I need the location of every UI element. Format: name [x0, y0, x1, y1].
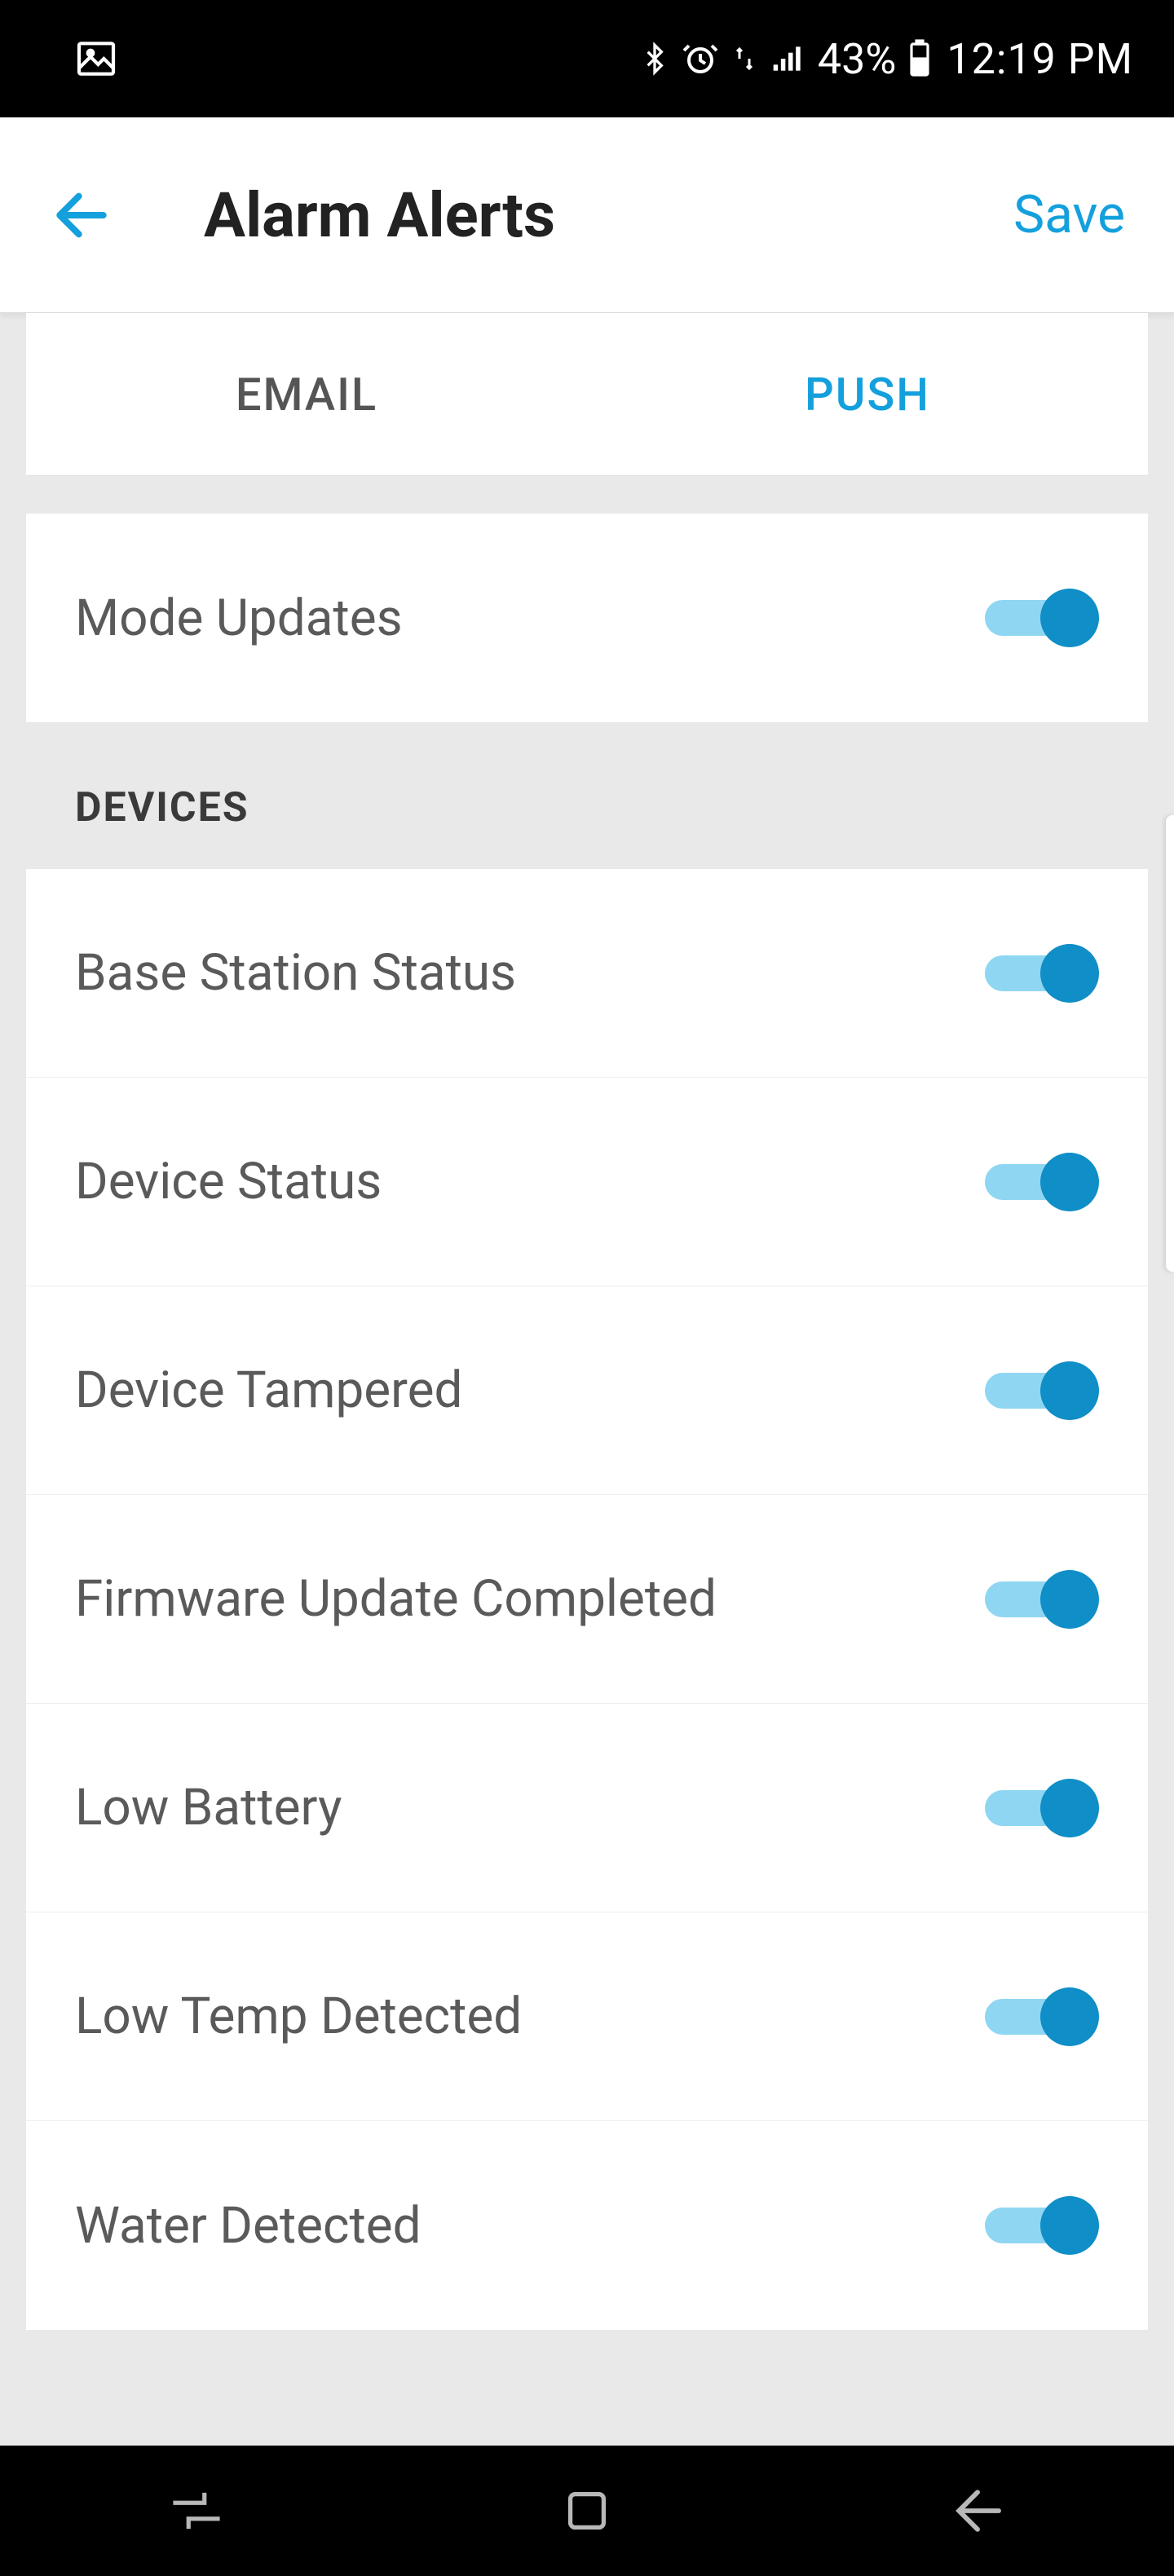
toggle-thumb [1040, 1361, 1099, 1420]
row-label: Low Temp Detected [75, 1987, 522, 2046]
row-base-station-status[interactable]: Base Station Status [26, 869, 1148, 1078]
row-mode-updates[interactable]: Mode Updates [26, 514, 1148, 722]
page-title: Alarm Alerts [204, 179, 1013, 252]
toggle-low-temp-detected[interactable] [985, 1987, 1099, 2046]
toggle-thumb [1040, 1570, 1099, 1629]
row-label: Low Battery [75, 1778, 342, 1837]
toggle-firmware-update-completed[interactable] [985, 1570, 1099, 1629]
status-left [73, 36, 119, 82]
row-device-status[interactable]: Device Status [26, 1078, 1148, 1286]
bluetooth-icon [638, 37, 671, 80]
status-bar: 43% 12:19 PM [0, 0, 1174, 117]
signal-icon [769, 41, 808, 77]
recents-button[interactable] [165, 2479, 228, 2543]
status-right: 43% 12:19 PM [638, 34, 1133, 84]
home-button[interactable] [558, 2482, 616, 2539]
row-label: Base Station Status [75, 943, 516, 1003]
row-low-temp-detected[interactable]: Low Temp Detected [26, 1912, 1148, 2121]
scroll-edge-hint [1166, 815, 1174, 1272]
row-device-tampered[interactable]: Device Tampered [26, 1286, 1148, 1495]
toggle-device-tampered[interactable] [985, 1361, 1099, 1420]
tabs: EMAIL PUSH [26, 313, 1148, 476]
toggle-thumb [1040, 2196, 1099, 2255]
row-label: Water Detected [75, 2196, 421, 2256]
app-content: Alarm Alerts Save EMAIL PUSH Mode Update… [0, 117, 1174, 2446]
toggle-water-detected[interactable] [985, 2196, 1099, 2255]
row-firmware-update-completed[interactable]: Firmware Update Completed [26, 1495, 1148, 1704]
data-icon [730, 41, 759, 77]
battery-percent: 43% [818, 34, 897, 84]
toggle-base-station-status[interactable] [985, 944, 1099, 1003]
panel-devices: Base Station Status Device Status Device… [26, 869, 1148, 2330]
battery-icon [906, 39, 933, 78]
toggle-thumb [1040, 589, 1099, 647]
toggle-low-battery[interactable] [985, 1779, 1099, 1837]
row-label: Firmware Update Completed [75, 1569, 717, 1629]
settings-list: Mode Updates DEVICES Base Station Status… [0, 476, 1174, 2446]
alarm-icon [681, 39, 720, 78]
row-label: Device Tampered [75, 1361, 462, 1420]
app-header: Alarm Alerts Save [0, 117, 1174, 313]
status-time: 12:19 PM [947, 34, 1133, 84]
toggle-device-status[interactable] [985, 1153, 1099, 1211]
toggle-thumb [1040, 1779, 1099, 1837]
toggle-thumb [1040, 944, 1099, 1003]
row-label: Device Status [75, 1152, 382, 1211]
back-system-button[interactable] [946, 2479, 1009, 2543]
tab-push[interactable]: PUSH [587, 313, 1148, 475]
toggle-thumb [1040, 1987, 1099, 2046]
row-low-battery[interactable]: Low Battery [26, 1704, 1148, 1912]
system-navbar [0, 2446, 1174, 2576]
picture-icon [73, 36, 119, 82]
row-water-detected[interactable]: Water Detected [26, 2121, 1148, 2330]
back-button[interactable] [49, 183, 114, 248]
panel-general: Mode Updates [26, 514, 1148, 722]
toggle-mode-updates[interactable] [985, 589, 1099, 647]
section-header-devices: DEVICES [26, 722, 1148, 869]
toggle-thumb [1040, 1153, 1099, 1211]
row-label: Mode Updates [75, 589, 403, 648]
tab-email[interactable]: EMAIL [26, 313, 587, 475]
save-button[interactable]: Save [1013, 184, 1125, 245]
